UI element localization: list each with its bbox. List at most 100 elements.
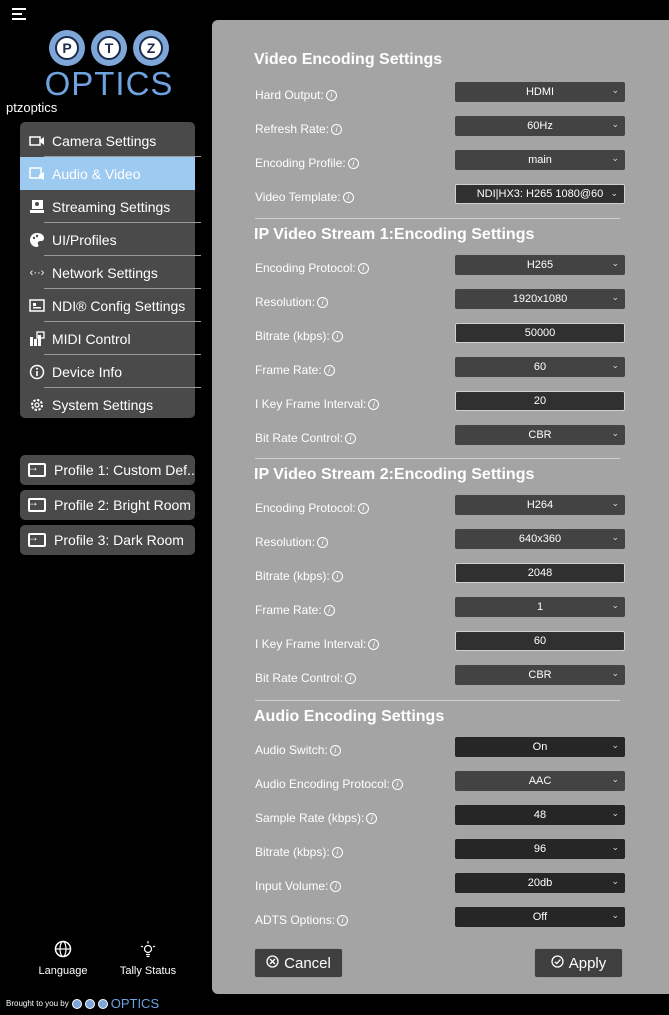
- row-label: Resolution: i: [255, 295, 329, 309]
- menu-icon[interactable]: [12, 8, 26, 20]
- stream2-frame-rate-select[interactable]: 1 ⌄: [455, 597, 625, 617]
- info-icon[interactable]: i: [337, 914, 349, 926]
- profile-button-2[interactable]: Profile 2: Bright Room: [20, 490, 195, 520]
- tally-status-button[interactable]: Tally Status: [113, 940, 183, 977]
- info-icon[interactable]: i: [357, 262, 369, 274]
- row-label: Encoding Protocol: i: [255, 261, 369, 275]
- row-label: Bit Rate Control: i: [255, 671, 357, 685]
- sidebar-item-device-info[interactable]: Device Info: [20, 355, 195, 388]
- settings-panel: Video Encoding Settings Hard Output: i HD…: [212, 20, 669, 994]
- info-icon[interactable]: i: [331, 846, 343, 858]
- sidebar-item-camera-settings[interactable]: Camera Settings: [20, 124, 195, 157]
- stream1-encoding-protocol-select[interactable]: H265 ⌄: [455, 255, 625, 275]
- login-icon: [27, 530, 46, 547]
- audio-bitrate-select[interactable]: 96 ⌄: [455, 839, 625, 859]
- info-icon[interactable]: i: [331, 570, 343, 582]
- info-icon[interactable]: i: [345, 672, 357, 684]
- encoding-profile-select[interactable]: main ⌄: [455, 150, 625, 170]
- chevron-down-icon: ⌄: [611, 668, 619, 678]
- sidebar-item-streaming-settings[interactable]: Streaming Settings: [20, 190, 195, 223]
- audio-switch-select[interactable]: On ⌄: [455, 737, 625, 757]
- section-title-stream1: IP Video Stream 1:Encoding Settings: [254, 226, 535, 243]
- row-label: Resolution: i: [255, 535, 329, 549]
- info-icon[interactable]: i: [366, 812, 378, 824]
- info-icon[interactable]: i: [331, 123, 343, 135]
- profile-button-3[interactable]: Profile 3: Dark Room: [20, 525, 195, 555]
- network-icon: ‹··›: [29, 266, 45, 279]
- apply-button[interactable]: Apply: [534, 948, 623, 978]
- row-label: Bit Rate Control: i: [255, 431, 357, 445]
- chevron-down-icon: ⌄: [611, 774, 619, 784]
- brand-subtitle: ptzoptics: [6, 100, 58, 115]
- stream2-key-frame-input[interactable]: 60: [455, 631, 625, 651]
- row-label: I Key Frame Interval: i: [255, 637, 380, 651]
- info-icon[interactable]: i: [323, 604, 335, 616]
- gear-icon: [28, 396, 46, 414]
- chevron-down-icon: ⌄: [611, 258, 619, 268]
- stream2-encoding-protocol-select[interactable]: H264 ⌄: [455, 495, 625, 515]
- row-label: Audio Switch: i: [255, 743, 341, 757]
- row-label: Encoding Profile: i: [255, 156, 359, 170]
- video-template-select[interactable]: NDI|HX3: H265 1080@60 ⌄: [455, 184, 625, 204]
- info-icon[interactable]: i: [342, 191, 354, 203]
- info-icon[interactable]: i: [317, 296, 329, 308]
- row-label: Input Volume: i: [255, 879, 342, 893]
- chevron-down-icon: ⌄: [611, 360, 619, 370]
- input-volume-select[interactable]: 20db ⌄: [455, 873, 625, 893]
- row-label: Sample Rate (kbps): i: [255, 811, 378, 825]
- chevron-down-icon: ⌄: [611, 85, 619, 95]
- stream2-bit-rate-control-select[interactable]: CBR ⌄: [455, 665, 625, 685]
- info-icon[interactable]: i: [330, 880, 342, 892]
- info-icon[interactable]: i: [368, 398, 380, 410]
- chevron-down-icon: ⌄: [611, 910, 619, 920]
- refresh-rate-select[interactable]: 60Hz ⌄: [455, 116, 625, 136]
- chevron-down-icon: ⌄: [611, 428, 619, 438]
- palette-icon: [28, 231, 46, 249]
- ptzoptics-logo: P T Z OPTICS: [34, 30, 184, 101]
- info-icon[interactable]: i: [345, 432, 357, 444]
- sample-rate-select[interactable]: 48 ⌄: [455, 805, 625, 825]
- language-button[interactable]: Language: [28, 940, 98, 977]
- row-label: Encoding Protocol: i: [255, 501, 369, 515]
- info-icon[interactable]: i: [325, 89, 337, 101]
- chevron-down-icon: ⌄: [611, 842, 619, 852]
- globe-icon: [28, 940, 98, 963]
- stream1-bit-rate-control-select[interactable]: CBR ⌄: [455, 425, 625, 445]
- hard-output-select[interactable]: HDMI ⌄: [455, 82, 625, 102]
- audio-encoding-protocol-select[interactable]: AAC ⌄: [455, 771, 625, 791]
- adts-options-select[interactable]: Off ⌄: [455, 907, 625, 927]
- midi-icon: [28, 330, 46, 348]
- info-icon[interactable]: i: [347, 157, 359, 169]
- sidebar-item-system-settings[interactable]: System Settings: [20, 388, 195, 421]
- stream1-frame-rate-select[interactable]: 60 ⌄: [455, 357, 625, 377]
- info-icon[interactable]: i: [323, 364, 335, 376]
- camera-icon: [28, 132, 46, 150]
- profile-button-1[interactable]: Profile 1: Custom Def..: [20, 455, 195, 485]
- sidebar-item-ui-profiles[interactable]: UI/Profiles: [20, 223, 195, 256]
- sidebar-item-midi-control[interactable]: MIDI Control: [20, 322, 195, 355]
- stream1-resolution-select[interactable]: 1920x1080 ⌄: [455, 289, 625, 309]
- chevron-down-icon: ⌄: [611, 876, 619, 886]
- stream2-resolution-select[interactable]: 640x360 ⌄: [455, 529, 625, 549]
- info-icon[interactable]: i: [331, 330, 343, 342]
- info-icon[interactable]: i: [391, 778, 403, 790]
- audio-video-icon: [28, 165, 46, 183]
- info-icon[interactable]: i: [317, 536, 329, 548]
- sidebar: P T Z OPTICS ptzoptics Camera Settings A…: [0, 0, 201, 1015]
- row-label: Video Template: i: [255, 190, 354, 204]
- sidebar-item-network-settings[interactable]: ‹··› Network Settings: [20, 256, 195, 289]
- info-icon[interactable]: i: [357, 502, 369, 514]
- sidebar-item-ndi-config-settings[interactable]: NDI® Config Settings: [20, 289, 195, 322]
- stream1-bitrate-input[interactable]: 50000: [455, 323, 625, 343]
- stream2-bitrate-input[interactable]: 2048: [455, 563, 625, 583]
- info-icon[interactable]: i: [329, 744, 341, 756]
- section-title-audio-encoding: Audio Encoding Settings: [254, 708, 445, 725]
- row-label: Audio Encoding Protocol: i: [255, 777, 403, 791]
- info-icon[interactable]: i: [368, 638, 380, 650]
- sidebar-item-audio-video[interactable]: Audio & Video: [20, 157, 195, 190]
- cancel-icon: [266, 954, 279, 972]
- login-icon: [27, 460, 46, 477]
- cancel-button[interactable]: Cancel: [254, 948, 343, 978]
- nav-panel: Camera Settings Audio & Video Streaming …: [20, 122, 201, 421]
- stream1-key-frame-input[interactable]: 20: [455, 391, 625, 411]
